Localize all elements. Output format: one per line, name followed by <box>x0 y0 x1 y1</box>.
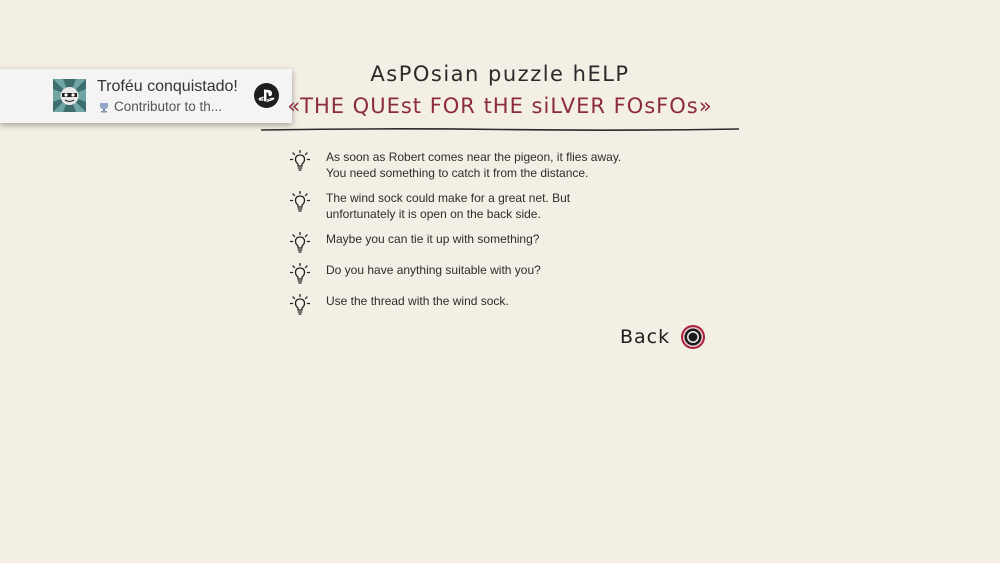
title-divider <box>261 128 739 131</box>
back-button[interactable]: Back <box>620 324 706 350</box>
lightbulb-icon <box>290 191 310 212</box>
hint-text: As soon as Robert comes near the pigeon,… <box>326 150 622 180</box>
hint-text: The wind sock could make for a great net… <box>326 191 571 221</box>
back-label: Back <box>620 326 671 348</box>
hint-text: Use the thread with the wind sock. <box>326 294 509 308</box>
notification-subtitle: Contributor to th... <box>98 99 222 114</box>
trophy-notification: Troféu conquistado! Contributor to th... <box>0 69 292 123</box>
trophy-name: Contributor to th... <box>114 99 223 114</box>
lightbulb-icon <box>290 150 310 171</box>
hint-text: Maybe you can tie it up with something? <box>326 232 540 246</box>
bronze-trophy-icon <box>100 102 108 112</box>
trophy-art-icon <box>53 79 86 112</box>
puzzle-subtitle: «THE QUEst FOR tHE siLVER FOsFOs» <box>287 94 713 118</box>
lightbulb-icon <box>290 263 310 284</box>
lightbulb-icon <box>290 294 310 315</box>
circle-button-icon[interactable] <box>680 324 706 350</box>
help-title: AsPOsian puzzle hELP <box>370 62 630 86</box>
hint-text: Do you have anything suitable with you? <box>326 263 541 277</box>
notification-title: Troféu conquistado! <box>97 78 238 95</box>
lightbulb-icon <box>290 232 310 253</box>
